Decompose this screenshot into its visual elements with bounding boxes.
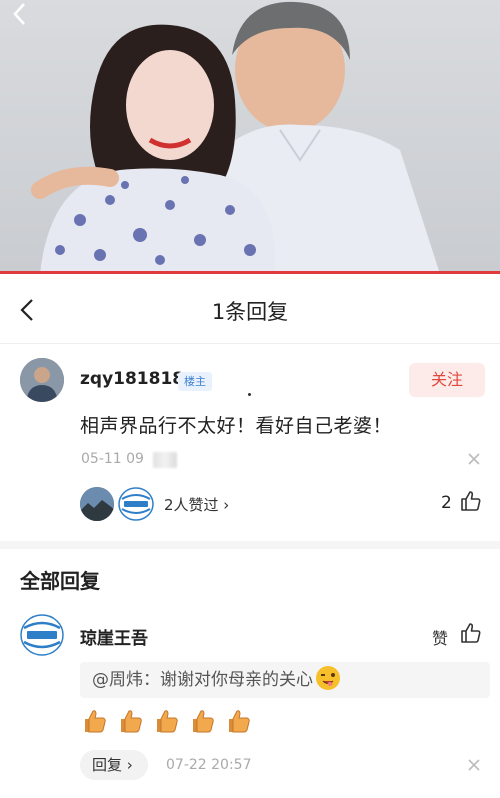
tianya-logo-icon[interactable] <box>118 487 154 521</box>
section-title: 全部回复 <box>20 569 100 593</box>
comment-time: 05-11 09 <box>81 451 144 467</box>
avatar-image <box>20 358 64 402</box>
comment-content: 相声界品行不太好！看好自己老婆！ <box>80 415 393 437</box>
reply-quote: @周炜：谢谢对你母亲的关心 <box>80 662 490 698</box>
follow-button[interactable]: 关注 <box>409 363 485 397</box>
quote-text: @周炜：谢谢对你母亲的关心 <box>92 670 313 690</box>
reply-button[interactable]: 回复 › <box>80 750 148 780</box>
thumb-up-icon[interactable] <box>459 621 483 645</box>
reply-time: 07-22 20:57 <box>166 757 252 773</box>
post-photo[interactable] <box>0 0 500 274</box>
page-title: 1条回复 <box>211 300 289 324</box>
liker-avatar[interactable] <box>80 487 114 521</box>
blurred-time <box>153 452 177 468</box>
thumbs-up-emoji-icon <box>229 710 251 733</box>
photo-back-chevron-icon[interactable] <box>8 0 32 28</box>
thumbs-up-emoji-icon <box>157 710 178 733</box>
thumbs-up-emoji-icon <box>121 710 142 733</box>
thumbs-emoji-row <box>80 707 255 735</box>
reply-username[interactable]: 琼崖王吾 <box>80 624 148 649</box>
like-count: 2 <box>441 493 452 513</box>
couple-photo-illustration <box>31 1 440 274</box>
comment-username[interactable]: zqy181818 <box>80 369 184 389</box>
wink-emoji-icon <box>316 666 340 690</box>
tianya-avatar-icon[interactable] <box>20 613 64 657</box>
liker-avatar-image <box>80 487 114 521</box>
thumbs-up-emoji-icon <box>85 710 106 733</box>
thumb-up-icon[interactable] <box>459 489 483 513</box>
close-icon[interactable] <box>467 452 481 466</box>
accent-line <box>0 271 500 274</box>
reply-header: 1条回复 <box>0 276 500 344</box>
likers-link[interactable]: 2人赞过 › <box>164 494 229 515</box>
section-divider <box>0 541 500 549</box>
avatar[interactable] <box>20 358 64 402</box>
thumbs-up-emoji-icon <box>193 710 215 733</box>
close-icon[interactable] <box>467 758 481 772</box>
like-label[interactable]: 赞 <box>432 625 448 649</box>
op-badge: 楼主 <box>178 372 212 391</box>
stray-dot <box>248 393 251 396</box>
